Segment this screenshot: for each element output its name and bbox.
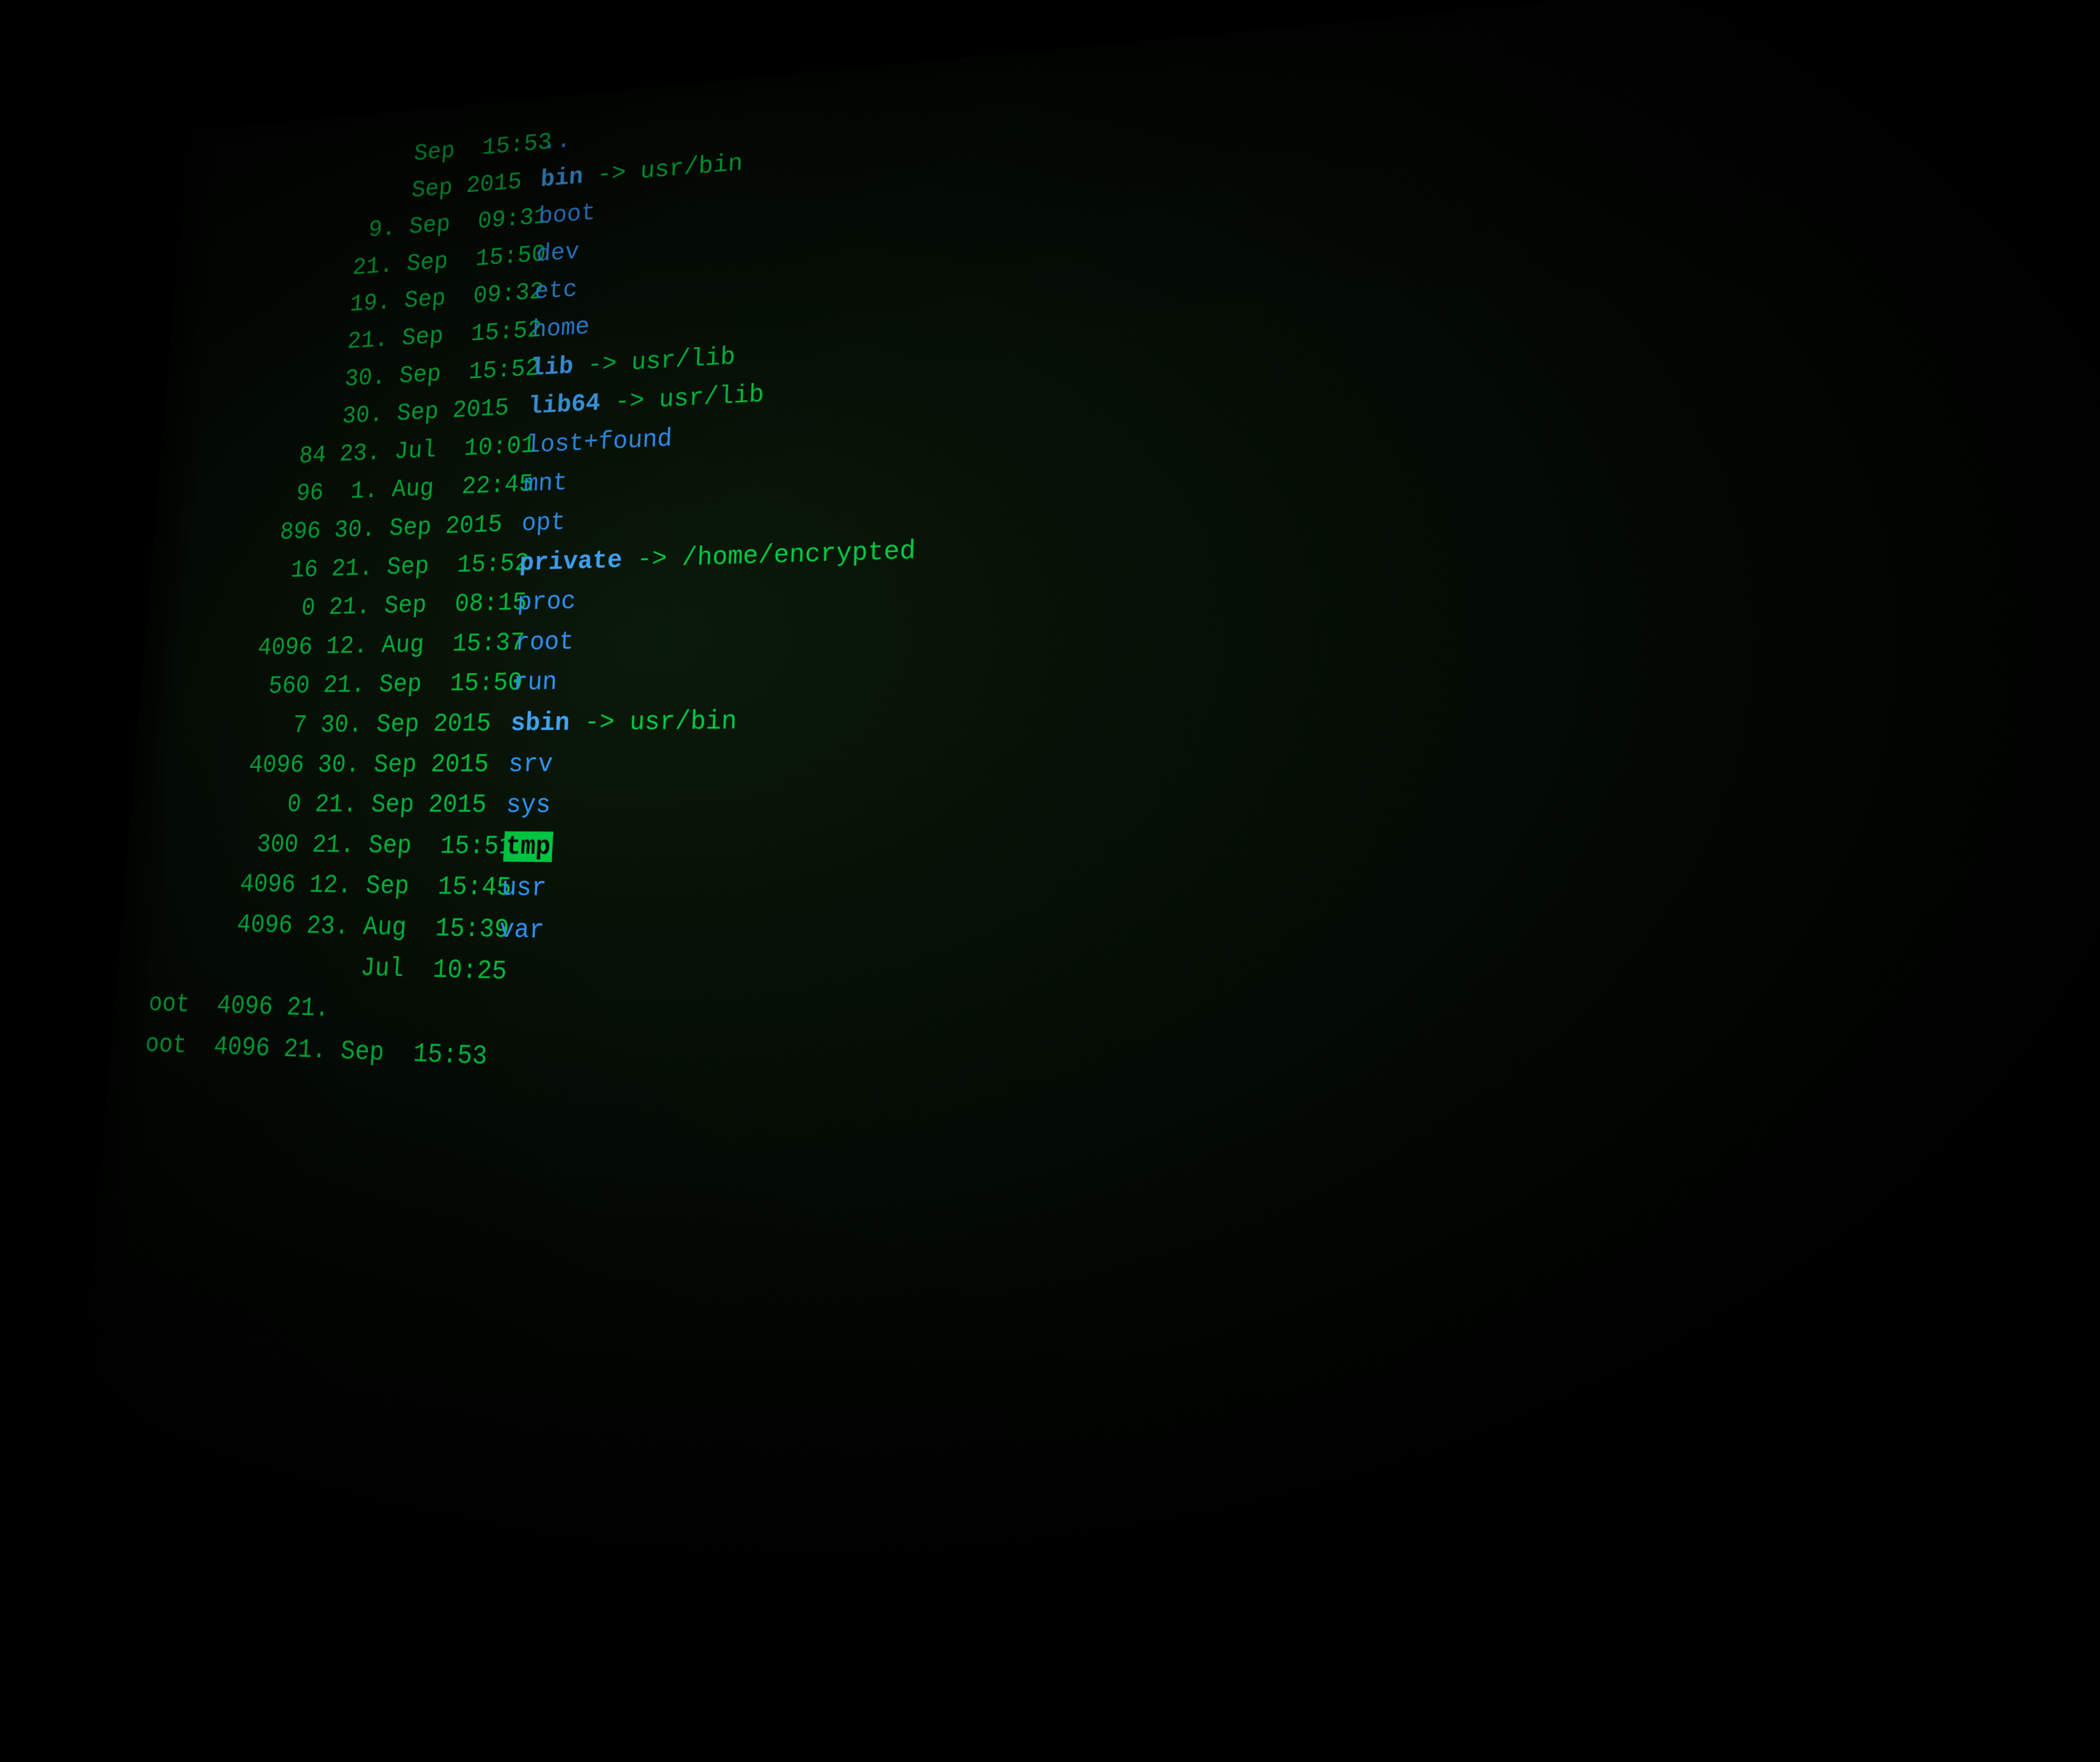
arrow: -> usr/lib [587,342,736,379]
terminal-screen: Sep 15:53 Sep 2015 9. Sep 09:31 21. Sep … [70,0,2100,1762]
filename: srv [508,749,554,779]
terminal-content: Sep 15:53 Sep 2015 9. Sep 09:31 21. Sep … [70,0,2100,1762]
files-column: .. bin -> usr/bin boot dev etc home lib … [466,0,2100,1712]
filename: boot [538,199,596,230]
date-line: 300 21. Sep 15:51 [160,824,505,868]
date-line: 560 21. Sep 15:50 [173,663,514,708]
filename: var [499,914,545,946]
filename-highlighted: tmp [503,831,553,862]
date-line: 0 21. Sep 2015 [164,785,508,826]
filename: bin [540,162,584,193]
date-line: 4096 30. Sep 2015 [167,744,510,785]
arrow: -> usr/lib [614,380,764,417]
filename: .. [542,127,572,156]
arrow: -> usr/bin [596,149,743,189]
arrow: -> /home/encrypted [637,536,916,574]
filename: lib [530,352,574,382]
filename: run [512,667,558,697]
filename: root [514,627,575,657]
filename: opt [521,508,566,538]
filename: proc [516,587,576,617]
filename: private [519,545,623,578]
filename: etc [534,275,578,306]
date-line: 4096 23. Aug 15:39 [154,903,500,951]
filename: usr [501,872,547,904]
date-line: 7 30. Sep 2015 [170,703,511,746]
filename: sbin [510,708,570,738]
filename: home [532,313,590,345]
filename: lib64 [527,389,601,421]
filename: dev [536,238,579,268]
filename: lost+found [525,424,673,460]
arrow: -> usr/bin [584,706,737,738]
filename: mnt [523,468,568,499]
date-line: 4096 12. Sep 15:45 [157,864,503,909]
date-line: 4096 12. Aug 15:37 [176,623,516,669]
filename: sys [505,790,551,820]
